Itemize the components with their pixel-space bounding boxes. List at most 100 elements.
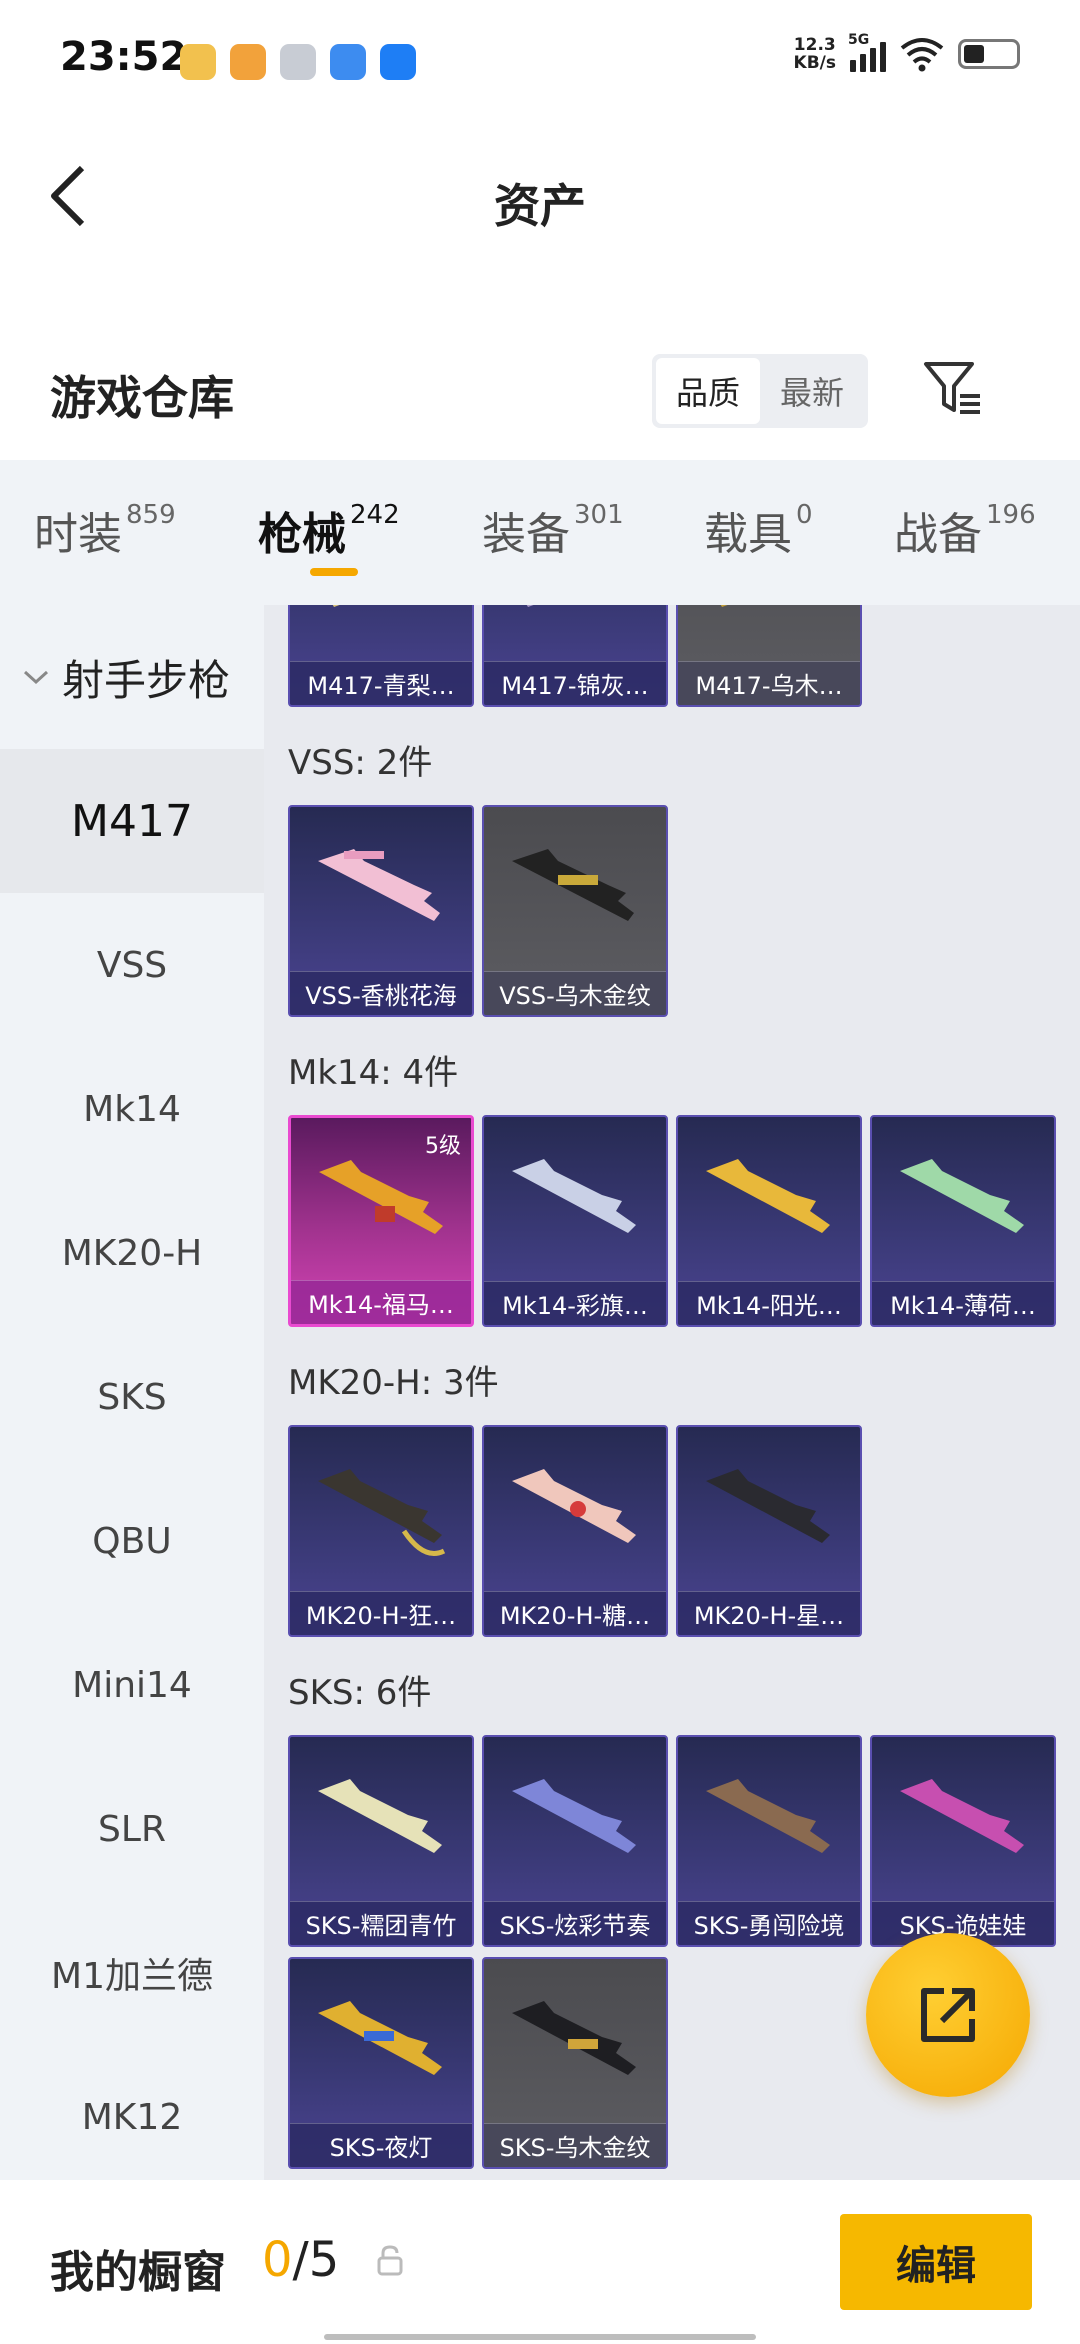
weapon-card[interactable]: Mk14-薄荷… <box>870 1115 1056 1327</box>
weapon-name: MK20-H-狂… <box>290 1591 472 1635</box>
rifle-icon <box>720 605 796 607</box>
share-external-icon <box>921 1988 975 2042</box>
weapon-card[interactable]: M417-乌木… <box>676 605 862 707</box>
weapon-name: MK20-H-星… <box>678 1591 860 1635</box>
rifle-icon <box>318 1469 446 1556</box>
weapon-card[interactable]: SKS-糯团青竹 <box>288 1735 474 1947</box>
sidebar-item-vss[interactable]: VSS <box>0 893 264 1037</box>
network-type: 5G <box>848 32 870 48</box>
rifle-icon <box>318 849 440 921</box>
weapon-card[interactable]: SKS-勇闯险境 <box>676 1735 862 1947</box>
tab-equipment[interactable]: 装备 301 <box>482 498 624 562</box>
weapon-name: MK20-H-糖… <box>484 1591 666 1635</box>
weapon-card[interactable]: SKS-夜灯 <box>288 1957 474 2169</box>
showcase-count-current: 0 <box>262 2232 293 2288</box>
app-notification-icon <box>280 44 316 80</box>
rifle-icon <box>900 1779 1024 1853</box>
weapon-name: SKS-乌木金纹 <box>484 2123 666 2167</box>
rifle-icon <box>332 605 408 607</box>
tab-label: 装备 <box>482 509 570 560</box>
weapon-name: Mk14-彩旗… <box>484 1281 666 1325</box>
weapon-card[interactable]: MK20-H-狂… <box>288 1425 474 1637</box>
rifle-icon <box>319 1160 443 1234</box>
battery-icon <box>958 39 1020 69</box>
chevron-down-icon <box>23 670 49 685</box>
sidebar-group-label: 射手步枪 <box>62 655 231 705</box>
weapon-name: SKS-炫彩节奏 <box>484 1901 666 1945</box>
tab-count: 196 <box>986 500 1036 530</box>
sidebar-item-qbu[interactable]: QBU <box>0 1469 264 1613</box>
tab-count: 0 <box>796 500 813 530</box>
weapon-card[interactable]: MK20-H-糖… <box>482 1425 668 1637</box>
cellular-signal-icon: 5G <box>848 32 886 72</box>
weapon-name: SKS-糯团青竹 <box>290 1901 472 1945</box>
tab-supplies[interactable]: 战备 196 <box>894 498 1036 562</box>
sidebar-item-mk20h[interactable]: MK20-H <box>0 1181 264 1325</box>
weapon-card[interactable]: 5级 Mk14-福马… <box>288 1115 474 1327</box>
network-speed: 12.3 KB/s <box>794 36 836 72</box>
filter-icon[interactable] <box>920 356 984 420</box>
tab-count: 242 <box>350 500 400 530</box>
weapon-card[interactable]: M417-锦灰… <box>482 605 668 707</box>
rifle-icon <box>512 849 634 921</box>
tab-vehicles[interactable]: 载具 0 <box>704 498 813 562</box>
rifle-icon <box>526 605 602 607</box>
weapon-card[interactable]: Mk14-阳光… <box>676 1115 862 1327</box>
weapon-card[interactable]: SKS-诡娃娃 <box>870 1735 1056 1947</box>
weapon-name: VSS-香桃花海 <box>290 971 472 1015</box>
sidebar-item-m1-garand[interactable]: M1加兰德 <box>0 1901 264 2045</box>
weapon-name: Mk14-阳光… <box>678 1281 860 1325</box>
status-indicators: 12.3 KB/s 5G <box>794 32 1020 72</box>
rifle-icon <box>318 2001 442 2075</box>
weapon-card[interactable]: SKS-炫彩节奏 <box>482 1735 668 1947</box>
weapon-card[interactable]: MK20-H-星… <box>676 1425 862 1637</box>
showcase-count: 0/5 <box>262 2232 339 2288</box>
rifle-icon <box>706 1159 830 1233</box>
weapon-name: Mk14-福马… <box>291 1280 471 1324</box>
app-notification-icon <box>180 44 216 80</box>
weapon-name: VSS-乌木金纹 <box>484 971 666 1015</box>
weapon-card[interactable]: Mk14-彩旗… <box>482 1115 668 1327</box>
sort-toggle: 品质 最新 <box>652 354 868 428</box>
app-notification-icon <box>380 44 416 80</box>
sidebar-item-sks[interactable]: SKS <box>0 1325 264 1469</box>
rifle-icon <box>900 1159 1024 1233</box>
home-indicator <box>324 2334 756 2340</box>
sidebar-item-m417[interactable]: M417 <box>0 749 264 893</box>
status-bar: 23:52 12.3 KB/s 5G <box>0 0 1080 120</box>
edit-button[interactable]: 编辑 <box>840 2214 1032 2310</box>
sidebar-group-marksman-rifles[interactable]: 射手步枪 <box>0 605 264 749</box>
share-fab-button[interactable] <box>866 1933 1030 2097</box>
tab-costumes[interactable]: 时装 859 <box>34 498 176 562</box>
lock-icon <box>377 2245 403 2276</box>
wifi-icon <box>900 38 944 72</box>
group-heading: MK20-H: 3件 <box>288 1363 499 1403</box>
page-title: 资产 <box>494 179 586 233</box>
weapon-card[interactable]: SKS-乌木金纹 <box>482 1957 668 2169</box>
rifle-icon <box>706 1779 830 1853</box>
sidebar-item-mk14[interactable]: Mk14 <box>0 1037 264 1181</box>
category-tabs: 时装 859 枪械 242 装备 301 载具 0 战备 196 <box>0 460 1080 605</box>
warehouse-header: 游戏仓库 品质 最新 <box>0 340 1080 460</box>
weapon-type-sidebar: 射手步枪 M417 VSS Mk14 MK20-H SKS QBU Mini14… <box>0 605 264 2180</box>
tab-firearms[interactable]: 枪械 242 <box>258 498 400 562</box>
tab-label: 时装 <box>34 509 122 560</box>
weapon-card[interactable]: VSS-香桃花海 <box>288 805 474 1017</box>
active-tab-indicator <box>310 568 358 576</box>
app-header: 资产 <box>0 120 1080 270</box>
rifle-icon <box>512 1469 636 1543</box>
rifle-icon <box>512 2001 636 2075</box>
network-speed-unit: KB/s <box>793 53 836 73</box>
group-heading: SKS: 6件 <box>288 1673 432 1713</box>
sidebar-item-mini14[interactable]: Mini14 <box>0 1613 264 1757</box>
sidebar-item-slr[interactable]: SLR <box>0 1757 264 1901</box>
weapon-card[interactable]: M417-青梨… <box>288 605 474 707</box>
sort-option-quality[interactable]: 品质 <box>656 358 760 424</box>
weapon-name: M417-乌木… <box>678 661 860 705</box>
sort-option-newest[interactable]: 最新 <box>760 358 864 424</box>
rifle-icon <box>512 1779 636 1853</box>
tab-count: 859 <box>126 500 176 530</box>
group-heading: VSS: 2件 <box>288 743 433 783</box>
sidebar-item-mk12[interactable]: MK12 <box>0 2045 264 2180</box>
weapon-card[interactable]: VSS-乌木金纹 <box>482 805 668 1017</box>
